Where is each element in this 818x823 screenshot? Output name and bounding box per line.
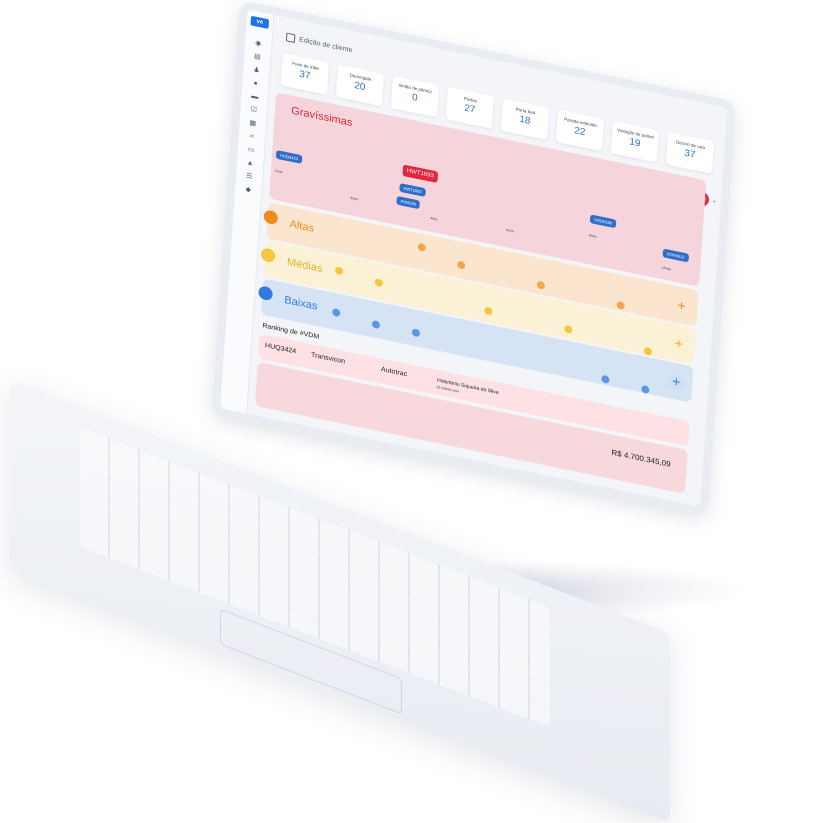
ranking-total: R$ 4.700.345,09 <box>611 448 671 469</box>
chevron-down-icon[interactable]: ⌄ <box>712 197 717 205</box>
event-dot[interactable] <box>371 319 381 330</box>
stat-card-violacao[interactable]: Violação de painel 19 <box>610 120 660 163</box>
tag-icon[interactable]: ◆ <box>244 186 252 194</box>
breadcrumb-label[interactable]: Edição de cliente <box>299 37 353 55</box>
stat-card-desvio[interactable]: Desvio de rota 37 <box>665 132 715 174</box>
dashboard-icon[interactable]: ◉ <box>254 40 262 48</box>
vehicle-tag[interactable]: HUQ3424 <box>275 150 303 164</box>
keyboard <box>80 426 550 728</box>
event-dot[interactable] <box>616 300 625 310</box>
stat-card-portas[interactable]: Portas 27 <box>445 86 495 129</box>
vehicle-tag-alert[interactable]: HWT1693 <box>402 164 439 184</box>
alert-icon[interactable]: ▲ <box>246 159 254 167</box>
vehicle-tag[interactable]: HWT1693 <box>399 183 426 197</box>
location-icon[interactable]: ● <box>251 79 259 88</box>
time-label: 4min <box>429 216 438 222</box>
band-title: Gravíssimas <box>290 104 353 129</box>
event-dot[interactable] <box>643 346 653 357</box>
signal-icon[interactable]: ≈ <box>248 133 256 141</box>
event-dot[interactable] <box>484 306 493 316</box>
laptop-icon[interactable]: ▭ <box>247 146 255 154</box>
time-label: 10min <box>661 265 672 272</box>
event-dot[interactable] <box>641 384 650 395</box>
event-dot[interactable] <box>374 278 384 288</box>
event-dot[interactable] <box>536 280 546 290</box>
menu-icon[interactable]: ☰ <box>245 173 253 181</box>
laptop-screen: ve ◉ ▤ ♟ ● ▬ ☑ ▦ ≈ ▭ ▲ ☰ ◆ Edição de cli… <box>211 0 736 516</box>
event-dot[interactable] <box>334 266 344 276</box>
app-logo[interactable]: ve <box>250 15 270 29</box>
event-dot[interactable] <box>564 324 573 334</box>
time-label: 0min <box>274 169 283 175</box>
band-title: Altas <box>289 218 315 235</box>
add-baixas-button[interactable]: + <box>667 373 685 392</box>
folder-icon[interactable]: ▬ <box>250 93 258 101</box>
tracker: Autotrac <box>380 366 408 379</box>
add-altas-button[interactable]: + <box>672 297 690 316</box>
stat-card-freio[interactable]: Freio de mão 37 <box>280 53 330 95</box>
vehicle-tag[interactable]: RON5512 <box>662 248 689 263</box>
altas-count-bubble <box>263 209 279 226</box>
medias-count-bubble <box>260 247 276 264</box>
stat-card-panico[interactable]: Botão de pânico 0 <box>390 75 440 118</box>
stat-card-desengate[interactable]: Desengate 20 <box>335 64 385 107</box>
vehicle-tag[interactable]: ORD0198 <box>589 214 617 229</box>
stat-card-parada[interactable]: Parada indevida 22 <box>555 109 605 152</box>
time-label: 8min <box>588 233 597 239</box>
time-label: 6min <box>506 227 514 234</box>
event-dot[interactable] <box>331 307 341 318</box>
event-dot[interactable] <box>417 242 427 252</box>
user-icon[interactable]: ♟ <box>252 66 260 74</box>
time-label: 3min <box>350 196 358 202</box>
document-icon[interactable]: ▤ <box>253 53 261 61</box>
event-dot[interactable] <box>456 260 466 270</box>
band-title: Médias <box>286 256 323 275</box>
add-medias-button[interactable]: + <box>670 335 688 354</box>
home-icon[interactable] <box>285 32 296 44</box>
event-dot[interactable] <box>411 328 421 338</box>
checklist-icon[interactable]: ☑ <box>250 106 258 114</box>
band-title: Baixas <box>283 294 318 313</box>
company: Transvicon <box>310 351 346 366</box>
stat-card-porta-bau[interactable]: Porta baú 18 <box>500 98 550 140</box>
vehicle-tag[interactable]: PIK6030 <box>396 195 421 210</box>
baixas-count-bubble <box>258 285 274 302</box>
plate: HUQ3424 <box>264 342 297 356</box>
event-dot[interactable] <box>601 374 610 384</box>
breadcrumb: Edição de cliente <box>285 32 353 55</box>
calendar-icon[interactable]: ▦ <box>249 119 257 128</box>
